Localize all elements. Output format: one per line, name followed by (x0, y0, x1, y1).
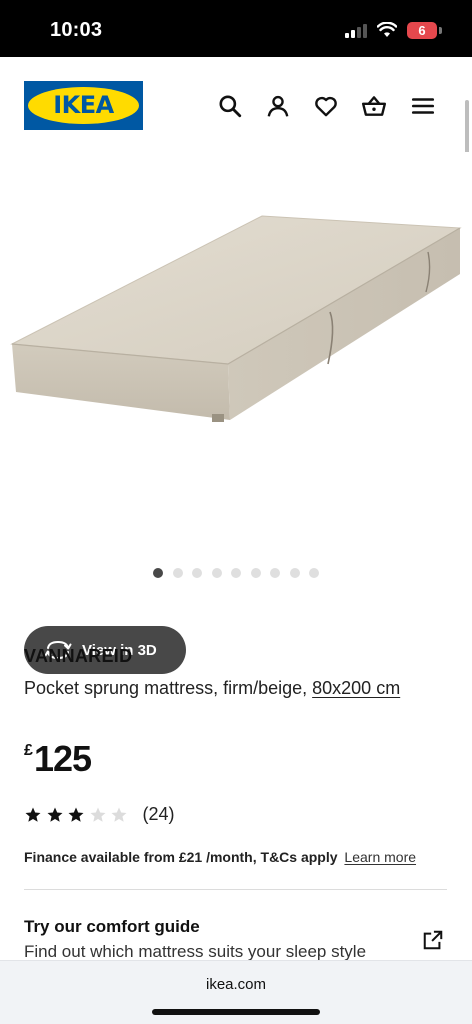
carousel-dot[interactable] (153, 568, 163, 578)
comfort-guide-title[interactable]: Try our comfort guide (24, 917, 200, 937)
carousel-dot[interactable] (192, 568, 202, 578)
product-price: 125 (34, 738, 92, 779)
browser-address-bar[interactable]: ikea.com (0, 960, 472, 1024)
star-filled-icon (47, 807, 62, 822)
wifi-icon (377, 22, 397, 37)
carousel-dot[interactable] (270, 568, 280, 578)
star-filled-icon (25, 807, 41, 822)
home-indicator[interactable] (152, 1009, 320, 1015)
cellular-signal-icon (345, 24, 369, 38)
external-link-icon[interactable] (422, 929, 444, 951)
carousel-dot[interactable] (289, 568, 300, 578)
mattress-illustration (10, 215, 462, 422)
product-description-text: Pocket sprung mattress, firm/beige, (24, 678, 308, 698)
basket-icon[interactable] (361, 93, 387, 119)
product-name: VANNAREID (24, 646, 133, 666)
carousel-dot[interactable] (309, 568, 319, 578)
star-filled-icon (68, 807, 84, 822)
carousel-dot[interactable] (231, 568, 241, 578)
carousel-dot[interactable] (211, 568, 222, 578)
price-currency: £ (24, 742, 33, 759)
image-carousel-dots (153, 568, 319, 580)
battery-indicator: 6 (407, 22, 442, 39)
site-header: IKEA (0, 57, 472, 152)
ikea-logo[interactable]: IKEA (24, 81, 143, 130)
status-bar: 10:03 6 (0, 0, 472, 57)
star-empty-icon (90, 807, 105, 822)
finance-info: Finance available from £21 /month, T&Cs … (24, 849, 454, 865)
product-rating[interactable]: (24) (24, 804, 175, 825)
heart-icon[interactable] (313, 93, 339, 119)
learn-more-link[interactable]: Learn more (344, 849, 416, 865)
logo-text: IKEA (53, 91, 114, 119)
search-icon[interactable] (217, 93, 243, 119)
product-size-link[interactable]: 80x200 cm (312, 678, 400, 698)
status-time: 10:03 (50, 19, 103, 41)
carousel-dot[interactable] (250, 568, 261, 578)
carousel-dot[interactable] (172, 568, 183, 578)
product-image[interactable]: View in 3D (0, 152, 472, 674)
comfort-guide-subtitle: Find out which mattress suits your sleep… (24, 942, 367, 961)
review-count[interactable]: (24) (143, 804, 175, 825)
battery-level: 6 (418, 23, 426, 38)
section-divider (24, 889, 447, 890)
user-icon[interactable] (265, 93, 291, 119)
star-empty-icon (111, 807, 127, 822)
product-description: Pocket sprung mattress, firm/beige, 80x2… (24, 674, 444, 703)
menu-icon[interactable] (410, 93, 436, 119)
browser-url[interactable]: ikea.com (0, 976, 472, 993)
finance-text: Finance available from £21 /month, T&Cs … (24, 849, 338, 865)
